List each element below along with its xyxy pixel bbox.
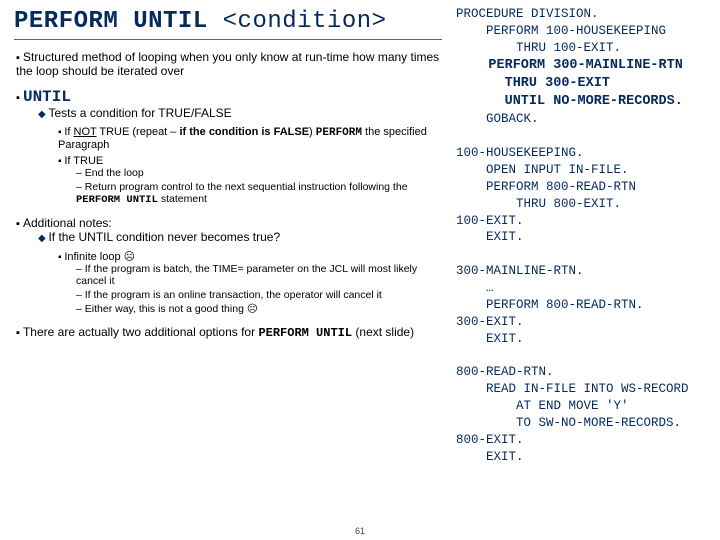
inf-online: If the program is an online transaction,… — [76, 289, 442, 301]
until-sub: Tests a condition for TRUE/FALSE — [38, 106, 442, 120]
code-line-bold: UNTIL NO-MORE-RECORDS. — [456, 94, 683, 109]
code-line: 100-HOUSEKEEPING. — [456, 146, 584, 160]
code-line: TO SW-NO-MORE-RECORDS. — [456, 416, 681, 430]
if-true: If TRUE End the loop Return program cont… — [58, 155, 442, 206]
code-line: PERFORM 800-READ-RTN — [456, 180, 636, 194]
inf-bad: Either way, this is not a good thing ☹ — [76, 303, 442, 315]
two-options: There are actually two additional option… — [16, 325, 442, 340]
code-column: PROCEDURE DIVISION. PERFORM 100-HOUSEKEE… — [450, 0, 720, 540]
true-return: Return program control to the next seque… — [76, 181, 442, 206]
intro-bullet: Structured method of looping when you on… — [16, 50, 442, 78]
additional-notes: Additional notes: If the UNTIL condition… — [16, 216, 442, 315]
title-param: <condition> — [223, 8, 387, 35]
code-line: THRU 800-EXIT. — [456, 197, 621, 211]
code-line: AT END MOVE 'Y' — [456, 399, 629, 413]
code-line: 800-READ-RTN. — [456, 365, 554, 379]
left-column: PERFORM UNTIL <condition> Structured met… — [0, 0, 450, 540]
title-keyword: PERFORM UNTIL — [14, 8, 208, 35]
inf-batch: If the program is batch, the TIME= param… — [76, 263, 442, 287]
code-line: EXIT. — [456, 450, 524, 464]
if-not-true: If NOT TRUE (repeat – if the condition i… — [58, 126, 442, 151]
code-line: THRU 100-EXIT. — [456, 41, 621, 55]
code-line: PERFORM 800-READ-RTN. — [456, 298, 644, 312]
never-true-q: If the UNTIL condition never becomes tru… — [38, 230, 442, 244]
code-line: PROCEDURE DIVISION. — [456, 7, 599, 21]
code-line: READ IN-FILE INTO WS-RECORD — [456, 382, 689, 396]
code-line: 800-EXIT. — [456, 433, 524, 447]
code-line: EXIT. — [456, 230, 524, 244]
code-line-bold: PERFORM 300-MAINLINE-RTN — [456, 58, 683, 73]
code-line: PERFORM 100-HOUSEKEEPING — [456, 24, 666, 38]
page-number: 61 — [355, 526, 365, 536]
true-end-loop: End the loop — [76, 167, 442, 179]
until-bullet: UNTIL Tests a condition for TRUE/FALSE I… — [16, 88, 442, 206]
code-line: … — [456, 281, 494, 295]
code-line: OPEN INPUT IN-FILE. — [456, 163, 629, 177]
code-line: 300-EXIT. — [456, 315, 524, 329]
slide-title: PERFORM UNTIL <condition> — [14, 8, 442, 40]
code-line: 300-MAINLINE-RTN. — [456, 264, 584, 278]
code-line: GOBACK. — [456, 112, 539, 126]
code-line: 100-EXIT. — [456, 214, 524, 228]
infinite-loop: Infinite loop ☹ If the program is batch,… — [58, 250, 442, 315]
code-line-bold: THRU 300-EXIT — [456, 76, 610, 91]
code-line: EXIT. — [456, 332, 524, 346]
until-keyword: UNTIL — [23, 88, 71, 106]
